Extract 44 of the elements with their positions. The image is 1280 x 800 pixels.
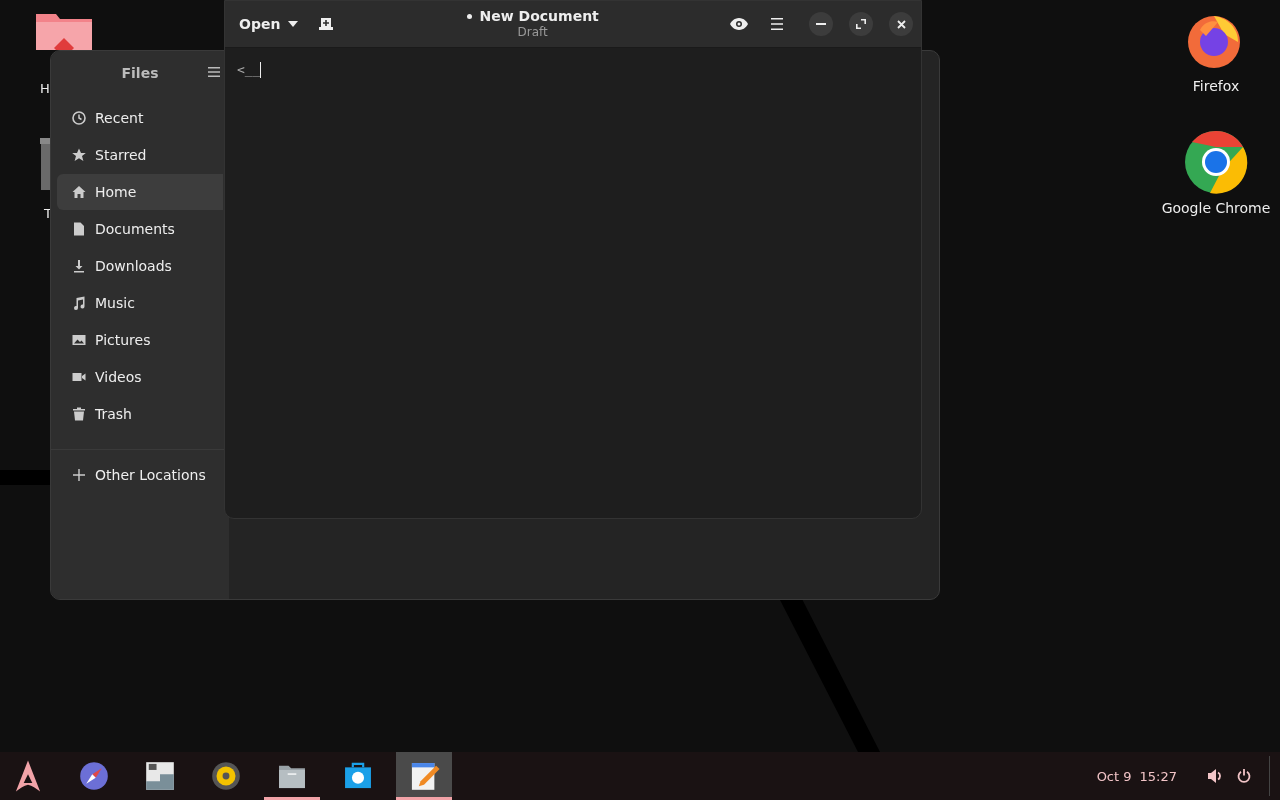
maximize-button[interactable] [849, 12, 873, 36]
app-icon[interactable] [1184, 130, 1248, 194]
sidebar-title: Files [121, 65, 159, 81]
maximize-icon [856, 19, 866, 29]
eye-icon [730, 18, 748, 30]
sidebar-item[interactable]: Downloads [57, 248, 223, 284]
icon-label: H [40, 81, 50, 96]
taskbar-app[interactable] [396, 752, 452, 800]
close-button[interactable] [889, 12, 913, 36]
folder-icon[interactable] [36, 14, 92, 50]
sidebar-item[interactable]: Trash [57, 396, 223, 432]
document-subtitle: Draft [517, 24, 548, 40]
open-button[interactable]: Open [233, 8, 305, 40]
sidebar-item[interactable]: Pictures [57, 322, 223, 358]
new-tab-icon [318, 17, 335, 31]
image-icon [71, 332, 87, 348]
document-title: New Document [479, 8, 599, 24]
close-icon [896, 19, 906, 29]
menu-icon[interactable] [207, 65, 221, 79]
sidebar-item[interactable]: Documents [57, 211, 223, 247]
power-icon[interactable] [1237, 769, 1251, 783]
editor-text: <__ [237, 62, 261, 77]
icon-label: Google Chrome [1161, 200, 1271, 216]
home-icon [71, 184, 87, 200]
date-text[interactable]: Oct 9 [1096, 768, 1132, 784]
star-icon [71, 147, 87, 163]
document-icon [71, 221, 87, 237]
minimize-button[interactable] [809, 12, 833, 36]
music-icon [71, 295, 87, 311]
time-text[interactable]: 15:27 [1139, 768, 1177, 784]
sidebar-item[interactable]: Music [57, 285, 223, 321]
icon-label: Firefox [1192, 78, 1240, 94]
volume-icon[interactable] [1207, 769, 1223, 783]
sidebar-item[interactable]: Recent [57, 100, 223, 136]
menu-icon [770, 18, 784, 30]
sidebar-item[interactable]: Videos [57, 359, 223, 395]
sidebar-item[interactable]: Home [57, 174, 223, 210]
sidebar-item[interactable]: Starred [57, 137, 223, 173]
plus-icon [71, 467, 87, 483]
sidebar-item[interactable]: Other Locations [57, 457, 223, 493]
download-icon [71, 258, 87, 274]
caret-icon [288, 21, 299, 27]
minimize-icon [816, 23, 826, 25]
recent-icon [71, 110, 87, 126]
